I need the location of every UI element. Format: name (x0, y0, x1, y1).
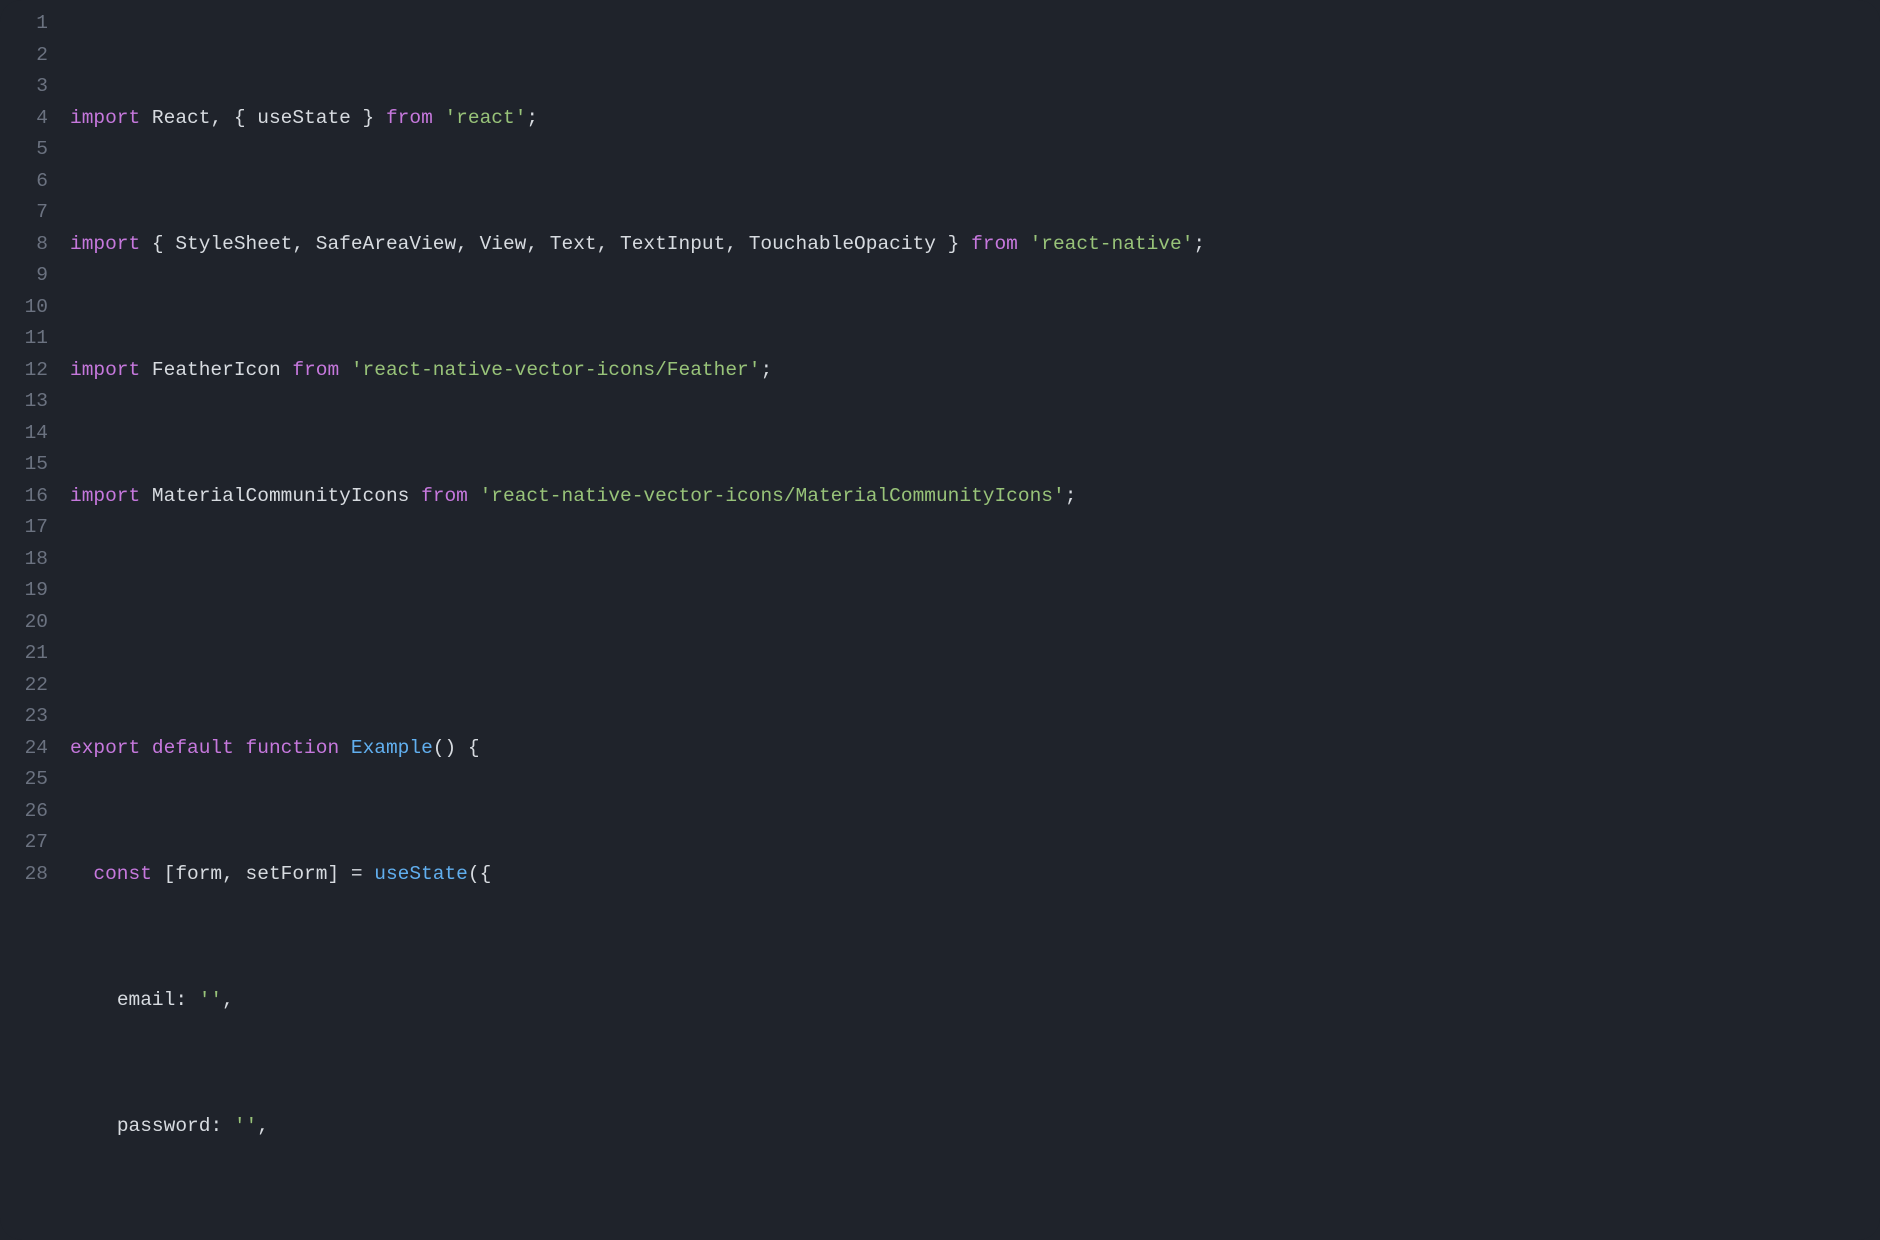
line-number: 27 (0, 827, 48, 859)
line-number: 18 (0, 544, 48, 576)
line-number: 6 (0, 166, 48, 198)
line-number: 19 (0, 575, 48, 607)
line-number: 16 (0, 481, 48, 513)
line-number: 15 (0, 449, 48, 481)
code-line[interactable]: import React, { useState } from 'react'; (70, 103, 1880, 135)
code-line[interactable] (70, 607, 1880, 639)
line-number: 21 (0, 638, 48, 670)
line-number: 9 (0, 260, 48, 292)
code-line[interactable]: import { StyleSheet, SafeAreaView, View,… (70, 229, 1880, 261)
code-line[interactable]: import MaterialCommunityIcons from 'reac… (70, 481, 1880, 513)
code-content[interactable]: import React, { useState } from 'react';… (58, 8, 1880, 1240)
code-line[interactable]: password: '', (70, 1111, 1880, 1143)
line-number: 7 (0, 197, 48, 229)
line-number: 4 (0, 103, 48, 135)
code-line[interactable]: export default function Example() { (70, 733, 1880, 765)
line-number: 1 (0, 8, 48, 40)
line-number: 24 (0, 733, 48, 765)
line-number-gutter: 1 2 3 4 5 6 7 8 9 10 11 12 13 14 15 16 1… (0, 8, 58, 1240)
line-number: 17 (0, 512, 48, 544)
line-number: 20 (0, 607, 48, 639)
code-line[interactable]: const [form, setForm] = useState({ (70, 859, 1880, 891)
code-line[interactable]: }); (70, 1237, 1880, 1240)
line-number: 26 (0, 796, 48, 828)
code-line[interactable]: import FeatherIcon from 'react-native-ve… (70, 355, 1880, 387)
line-number: 10 (0, 292, 48, 324)
line-number: 12 (0, 355, 48, 387)
line-number: 8 (0, 229, 48, 261)
line-number: 5 (0, 134, 48, 166)
line-number: 22 (0, 670, 48, 702)
line-number: 14 (0, 418, 48, 450)
code-line[interactable]: email: '', (70, 985, 1880, 1017)
line-number: 11 (0, 323, 48, 355)
line-number: 28 (0, 859, 48, 891)
line-number: 25 (0, 764, 48, 796)
code-editor: 1 2 3 4 5 6 7 8 9 10 11 12 13 14 15 16 1… (0, 0, 1880, 1240)
line-number: 13 (0, 386, 48, 418)
line-number: 2 (0, 40, 48, 72)
line-number: 3 (0, 71, 48, 103)
line-number: 23 (0, 701, 48, 733)
